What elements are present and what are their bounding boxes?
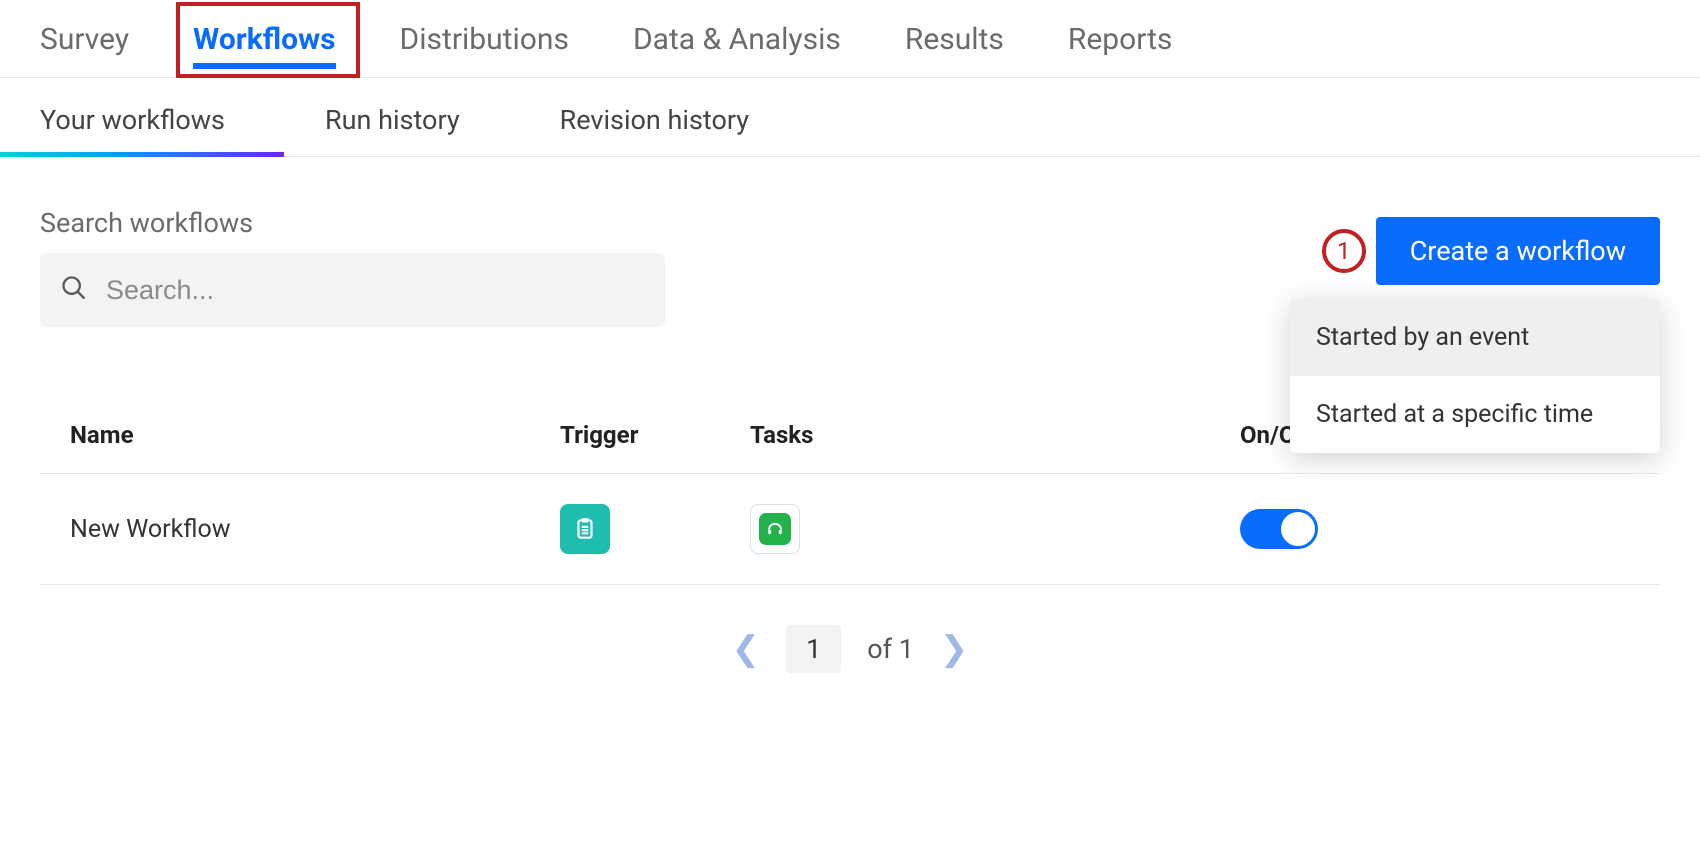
- subtab-run-history[interactable]: Run history: [325, 104, 460, 136]
- col-header-name: Name: [70, 421, 560, 449]
- tab-workflows[interactable]: Workflows: [193, 18, 336, 77]
- create-workflow-wrap: 1 Create a workflow Started by an event …: [1322, 217, 1660, 285]
- pager-prev-icon[interactable]: ❮: [732, 632, 761, 666]
- annotation-number-1: 1: [1322, 229, 1366, 273]
- pager-next-icon[interactable]: ❯: [940, 632, 969, 666]
- top-tabs: Survey Workflows Distributions Data & An…: [0, 0, 1700, 78]
- dropdown-started-at-time[interactable]: Started at a specific time: [1290, 376, 1660, 453]
- create-workflow-button[interactable]: Create a workflow: [1376, 217, 1660, 285]
- subtab-revision-history[interactable]: Revision history: [560, 104, 749, 136]
- content-area: Search workflows 1 Create a workflow Sta…: [0, 157, 1700, 673]
- row-name: New Workflow: [70, 515, 560, 544]
- tab-data-analysis[interactable]: Data & Analysis: [633, 18, 841, 77]
- row-trigger: [560, 504, 750, 554]
- create-workflow-dropdown: Started by an event Started at a specifi…: [1290, 299, 1660, 453]
- subtab-your-workflows[interactable]: Your workflows: [40, 104, 225, 136]
- row-onoff: [1240, 509, 1360, 549]
- col-header-tasks: Tasks: [750, 421, 1240, 449]
- search-input[interactable]: [106, 275, 645, 306]
- tab-distributions[interactable]: Distributions: [400, 18, 569, 77]
- toggle-knob: [1281, 512, 1315, 546]
- tab-results[interactable]: Results: [905, 18, 1004, 77]
- tab-reports[interactable]: Reports: [1068, 18, 1173, 77]
- table-row[interactable]: New Workflow: [40, 474, 1660, 585]
- pagination: ❮ 1 of 1 ❯: [40, 625, 1660, 673]
- dropdown-started-by-event[interactable]: Started by an event: [1290, 299, 1660, 376]
- search-box[interactable]: [40, 253, 665, 327]
- tab-survey[interactable]: Survey: [40, 18, 129, 77]
- pager-total-label: of 1: [867, 633, 914, 665]
- col-header-trigger: Trigger: [560, 421, 750, 449]
- workflow-toggle[interactable]: [1240, 509, 1318, 549]
- sub-tabs: Your workflows Run history Revision hist…: [0, 78, 1700, 157]
- freshdesk-icon: [750, 504, 800, 554]
- clipboard-icon: [560, 504, 610, 554]
- row-tasks: [750, 504, 1240, 554]
- pager-current-page[interactable]: 1: [786, 625, 841, 673]
- search-icon: [60, 274, 88, 306]
